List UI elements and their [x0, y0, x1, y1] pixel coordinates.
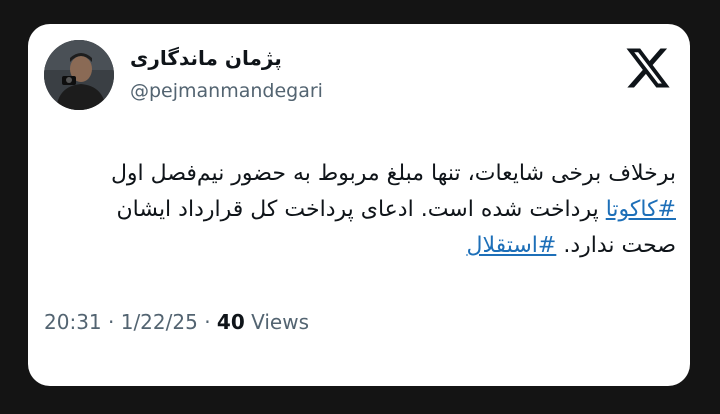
- tweet-meta: 20:31 · 1/22/25 · 40 Views: [44, 310, 309, 334]
- tweet-text: برخلاف برخی شایعات، تنها مبلغ مربوط به ح…: [68, 156, 676, 264]
- tweet-card: پژمان ماندگاری @pejmanmandegari برخلاف ب…: [28, 24, 690, 386]
- x-logo-icon[interactable]: [624, 44, 672, 92]
- author-handle[interactable]: @pejmanmandegari: [130, 80, 323, 102]
- meta-separator: ·: [108, 310, 115, 334]
- tweet-text-part1: برخلاف برخی شایعات، تنها مبلغ مربوط به ح…: [110, 161, 676, 186]
- tweet-time[interactable]: 20:31: [44, 310, 102, 334]
- author-display-name[interactable]: پژمان ماندگاری: [130, 46, 282, 70]
- hashtag-link-kakuta[interactable]: #کاکوتا: [606, 197, 676, 222]
- meta-separator: ·: [204, 310, 211, 334]
- hashtag-link-esteghlal[interactable]: #استقلال: [466, 233, 556, 258]
- tweet-date[interactable]: 1/22/25: [121, 310, 198, 334]
- tweet-text-part2: پرداخت شده است. ادعای پرداخت کل قرارداد …: [116, 197, 676, 258]
- views-count: 40: [216, 310, 245, 334]
- views-label: Views: [251, 310, 309, 334]
- avatar[interactable]: [44, 40, 114, 110]
